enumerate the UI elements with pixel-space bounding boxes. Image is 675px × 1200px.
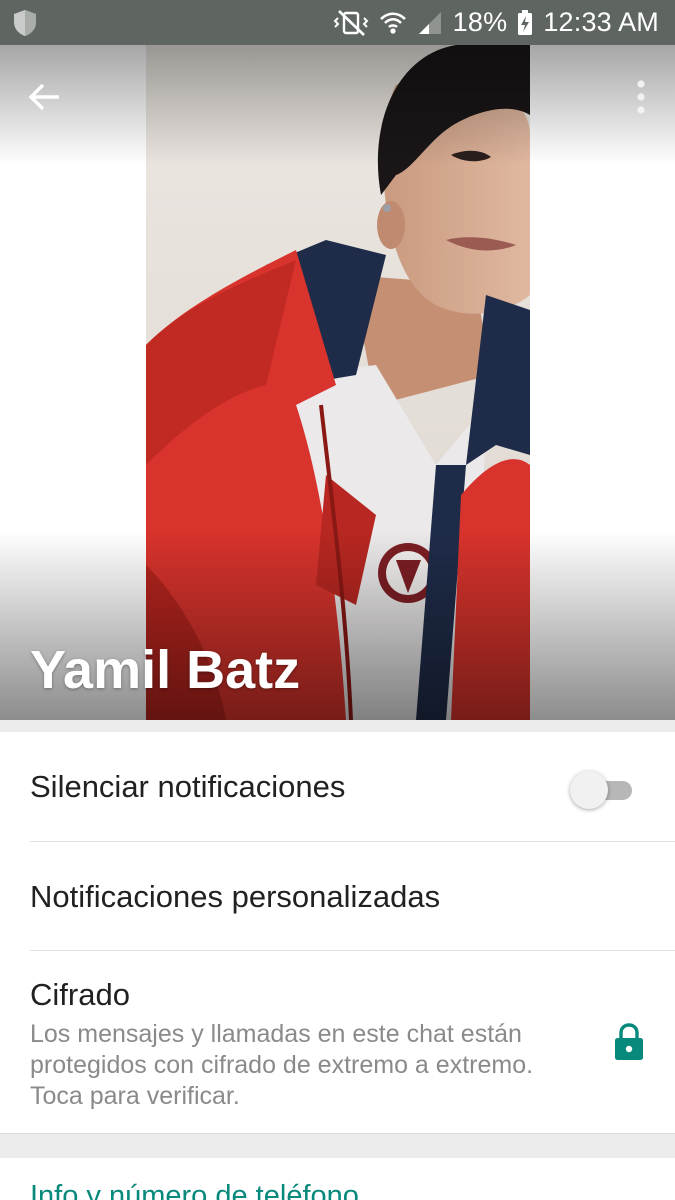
mute-notifications-row[interactable]: Silenciar notificaciones [0, 732, 675, 842]
overflow-menu-button[interactable] [629, 75, 653, 119]
section-separator [0, 1133, 675, 1158]
shield-icon [14, 10, 36, 36]
mute-toggle[interactable] [570, 771, 632, 809]
info-phone-section-title: Info y número de teléfono [30, 1180, 359, 1200]
custom-notifications-label: Notificaciones personalizadas [30, 879, 441, 914]
contact-name: Yamil Batz [30, 640, 301, 700]
encryption-title: Cifrado [30, 977, 130, 1012]
battery-percent: 18% [452, 7, 508, 37]
toggle-thumb [570, 771, 608, 809]
battery-charging-icon [518, 9, 533, 35]
vibrate-mute-icon [333, 9, 369, 36]
top-gradient [0, 45, 675, 165]
status-bar: 18% 12:33 AM [0, 0, 675, 45]
mute-notifications-label: Silenciar notificaciones [30, 769, 346, 804]
profile-header: Yamil Batz [0, 45, 675, 720]
clock: 12:33 AM [543, 7, 659, 37]
overflow-menu-icon [637, 80, 645, 114]
back-button[interactable] [22, 75, 66, 119]
back-arrow-icon [28, 83, 59, 111]
wifi-icon [379, 11, 406, 34]
signal-icon [418, 11, 441, 34]
custom-notifications-row[interactable]: Notificaciones personalizadas [0, 842, 675, 951]
encryption-row[interactable]: Cifrado Los mensajes y llamadas en este … [0, 951, 675, 1133]
encryption-description-line: Toca para verificar. [30, 1082, 240, 1110]
encryption-description-line: Los mensajes y llamadas en este chat est… [30, 1020, 522, 1048]
header-shadow [0, 720, 675, 732]
encryption-description-line: protegidos con cifrado de extremo a extr… [30, 1051, 534, 1079]
encryption-description: Los mensajes y llamadas en este chat est… [30, 1019, 590, 1112]
lock-icon [615, 1023, 643, 1060]
